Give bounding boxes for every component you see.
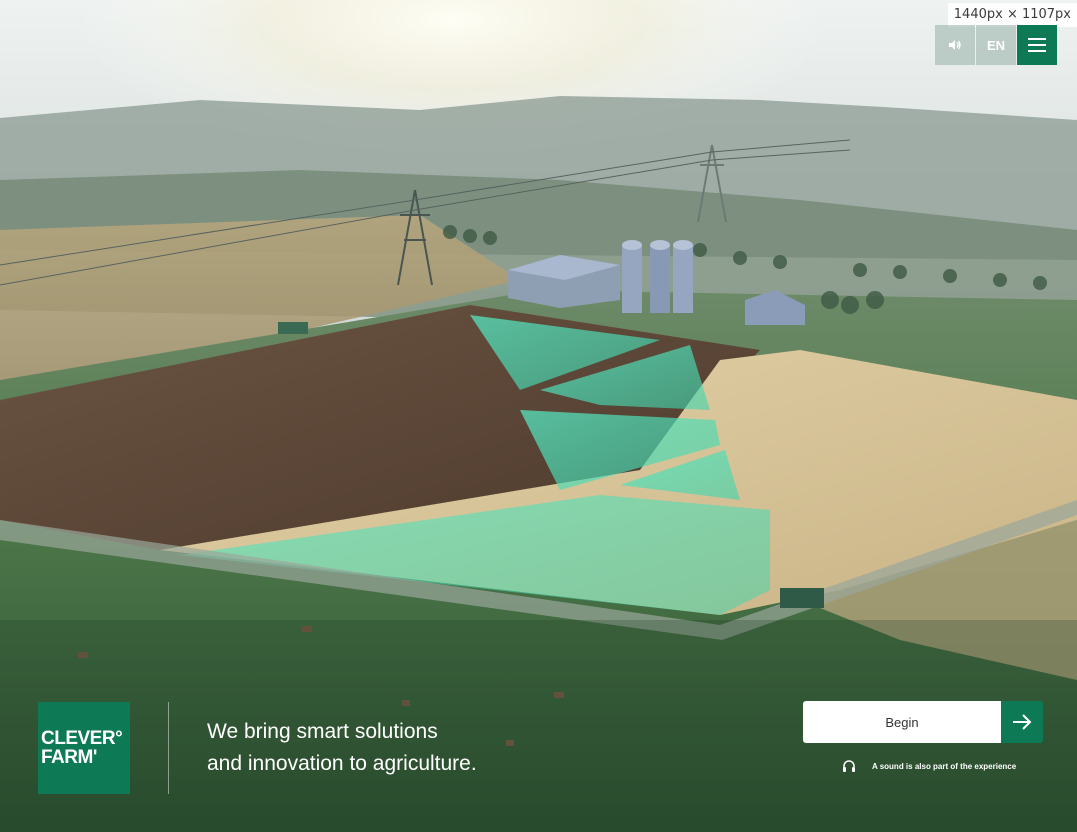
headphones-icon (843, 760, 855, 772)
begin-arrow-button[interactable] (1001, 701, 1043, 743)
sound-toggle-button[interactable] (935, 25, 975, 65)
logo-line-1: CLEVER° (41, 728, 123, 749)
top-controls: EN (934, 25, 1057, 65)
menu-button[interactable] (1017, 25, 1057, 65)
speaker-icon (949, 40, 961, 50)
vertical-divider (168, 702, 169, 794)
tagline-line-2: and innovation to agriculture. (207, 752, 477, 775)
hamburger-menu-icon (1028, 38, 1046, 52)
begin-button[interactable]: Begin (803, 701, 1001, 743)
begin-cta[interactable]: Begin (803, 701, 1043, 743)
viewport-size-badge: 1440px × 1107px (947, 3, 1077, 27)
tagline-line-1: We bring smart solutions (207, 720, 438, 743)
sound-note-text: A sound is also part of the experience (872, 761, 1017, 771)
hero-tagline: We bring smart solutions and innovation … (207, 716, 477, 780)
clever-farm-logo[interactable]: CLEVER° FARM' (38, 702, 130, 794)
arrow-right-icon (1013, 714, 1032, 730)
logo-line-2: FARM' (41, 747, 97, 768)
sound-note: A sound is also part of the experience (842, 759, 1016, 773)
language-button[interactable]: EN (976, 25, 1016, 65)
